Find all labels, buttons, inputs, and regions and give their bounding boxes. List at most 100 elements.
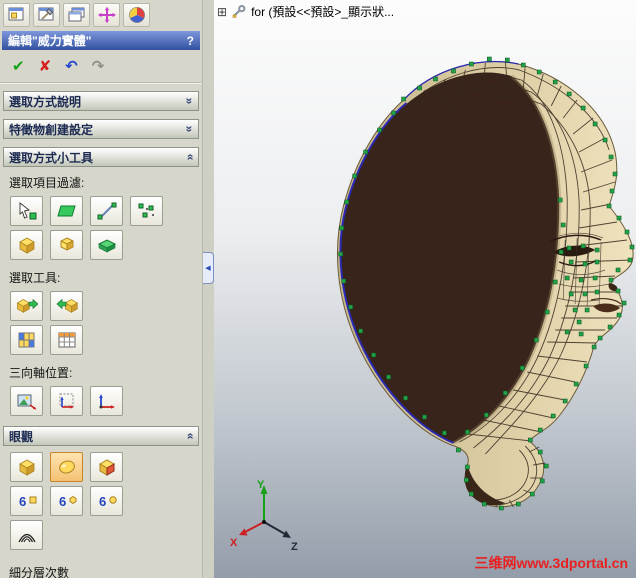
select-tools-row-1 (0, 289, 202, 323)
filter-row-2 (0, 228, 202, 262)
new-document-icon (8, 7, 23, 21)
toolbar-button-3[interactable] (63, 3, 90, 27)
app-window: 編輯"威力實體" ? ✔ ✘ ↶ ↷ 選取方式說明 » 特徵物創建設定 » 選取… (0, 0, 636, 578)
configuration-label: for (預設<<預設>_顯示狀... (251, 5, 395, 19)
help-button[interactable]: ? (187, 34, 194, 48)
view-egg-icon (58, 460, 75, 474)
select-grow-button[interactable] (10, 291, 43, 321)
feature-tree-expand-button[interactable]: ⊞ (217, 5, 227, 19)
subdiv-1-icon: 6 (59, 494, 76, 509)
section-label: 眼觀 (9, 429, 34, 444)
view-cube-icon (19, 459, 34, 476)
filter-vertex-button[interactable] (130, 196, 163, 226)
select-table-button[interactable] (50, 325, 83, 355)
triad-image-button[interactable] (10, 386, 43, 416)
view-smooth-button[interactable] (50, 452, 83, 482)
section-header-feature-settings[interactable]: 特徵物創建設定 » (3, 119, 199, 139)
view-row-1 (0, 446, 202, 484)
chevron-down-icon: » (182, 97, 197, 105)
toolbar-button-2[interactable] (33, 3, 60, 27)
subdiv-0-button[interactable]: 6 (10, 486, 43, 516)
subdiv-glyph: 6 (99, 494, 106, 509)
property-manager-panel: 編輯"威力實體" ? ✔ ✘ ↶ ↷ 選取方式說明 » 特徵物創建設定 » 選取… (0, 0, 202, 578)
graphics-viewport: ⊞ for (預設<<預設>_顯示狀... Y Z X 三维网www.3dpor… (214, 0, 636, 578)
panel-title: 編輯"威力實體" (8, 34, 92, 48)
select-grid-button[interactable] (10, 325, 43, 355)
triad-y-label: Y (257, 479, 265, 491)
select-tools-row-2 (0, 323, 202, 357)
section-label: 選取方式說明 (9, 94, 82, 109)
triad-row (0, 384, 202, 418)
orientation-triad: Y Z X (230, 479, 298, 553)
shell-layers-button[interactable] (10, 520, 43, 550)
section-label: 特徵物創建設定 (9, 122, 94, 137)
panel-body: 選取方式說明 » 特徵物創建設定 » 選取方式小工具 » 選取項目過濾: 選取工… (0, 83, 202, 578)
view-row-2: 6 6 6 (0, 484, 202, 518)
view-row-3 (0, 518, 202, 552)
panel-title-bar: 編輯"威力實體" ? (2, 31, 200, 50)
shrink-selection-icon (56, 298, 78, 313)
collapse-arrow-icon: ◀ (205, 265, 211, 272)
section-header-selection-tools[interactable]: 選取方式小工具 » (3, 147, 199, 167)
vertex-select-icon (138, 203, 154, 218)
select-tools-group-label: 選取工具: (9, 271, 61, 285)
panel-splitter[interactable]: ◀ (202, 0, 214, 578)
cancel-button[interactable]: ✘ (39, 59, 52, 74)
four-way-arrows-icon (97, 6, 116, 24)
triad-bounds-icon (59, 393, 74, 409)
view-edges-button[interactable] (90, 452, 123, 482)
select-shrink-button[interactable] (50, 291, 83, 321)
grid-select-icon (18, 332, 34, 348)
subdiv-glyph: 6 (19, 494, 26, 509)
triad-bounds-button[interactable] (50, 386, 83, 416)
redo-button[interactable]: ↷ (92, 59, 105, 74)
filter-solid-button[interactable] (10, 230, 43, 260)
table-select-icon (58, 332, 75, 348)
ok-button[interactable]: ✔ (12, 59, 25, 74)
triad-x-label: X (230, 537, 238, 549)
chevron-up-icon: » (182, 432, 197, 440)
green-slab-icon (97, 239, 116, 253)
panel-collapse-button[interactable]: ◀ (203, 252, 214, 284)
triad-picture-icon (17, 394, 36, 410)
triad-axes-button[interactable] (90, 386, 123, 416)
face-select-icon (56, 205, 76, 217)
toolbar-button-1[interactable] (3, 3, 30, 27)
configuration-icon (232, 5, 246, 18)
section-label: 選取方式小工具 (9, 150, 94, 165)
filter-cursor-button[interactable] (10, 196, 43, 226)
filter-hex-button[interactable] (50, 230, 83, 260)
hex-prism-icon (60, 237, 73, 251)
toolbar-button-4[interactable] (93, 3, 120, 27)
triad-axes-icon (98, 394, 115, 409)
chevron-down-icon: » (182, 125, 197, 133)
undo-button[interactable]: ↶ (65, 59, 78, 74)
watermark-text: 三维网www.3dportal.cn (474, 555, 629, 571)
chevron-up-icon: » (182, 153, 197, 161)
subdivision-label: 細分層次數 (9, 566, 70, 578)
view-cube-red-icon (98, 459, 115, 476)
subdiv-1-button[interactable]: 6 (50, 486, 83, 516)
triad-group-label: 三向軸位置: (9, 366, 73, 380)
panel-action-bar: ✔ ✘ ↶ ↷ (0, 52, 202, 83)
subdiv-0-icon: 6 (19, 494, 36, 509)
section-header-selection-help[interactable]: 選取方式說明 » (3, 91, 199, 111)
cascade-windows-icon (68, 7, 84, 22)
filter-group-label: 選取項目過濾: (9, 176, 85, 190)
layers-icon (17, 533, 36, 543)
color-wheel-icon (128, 7, 145, 23)
toolbar-button-5[interactable] (123, 3, 150, 27)
filter-row-1 (0, 194, 202, 228)
filter-slab-button[interactable] (90, 230, 123, 260)
view-solid-button[interactable] (10, 452, 43, 482)
solid-cube-icon (19, 237, 34, 254)
edge-select-icon (97, 202, 116, 220)
section-header-view[interactable]: 眼觀 » (3, 426, 199, 446)
filter-edge-button[interactable] (90, 196, 123, 226)
subdiv-2-button[interactable]: 6 (90, 486, 123, 516)
triad-z-label: Z (291, 541, 298, 553)
filter-face-button[interactable] (50, 196, 83, 226)
properties-hammer-icon (38, 7, 53, 21)
subdiv-glyph: 6 (59, 494, 66, 509)
grow-selection-icon (16, 298, 38, 313)
